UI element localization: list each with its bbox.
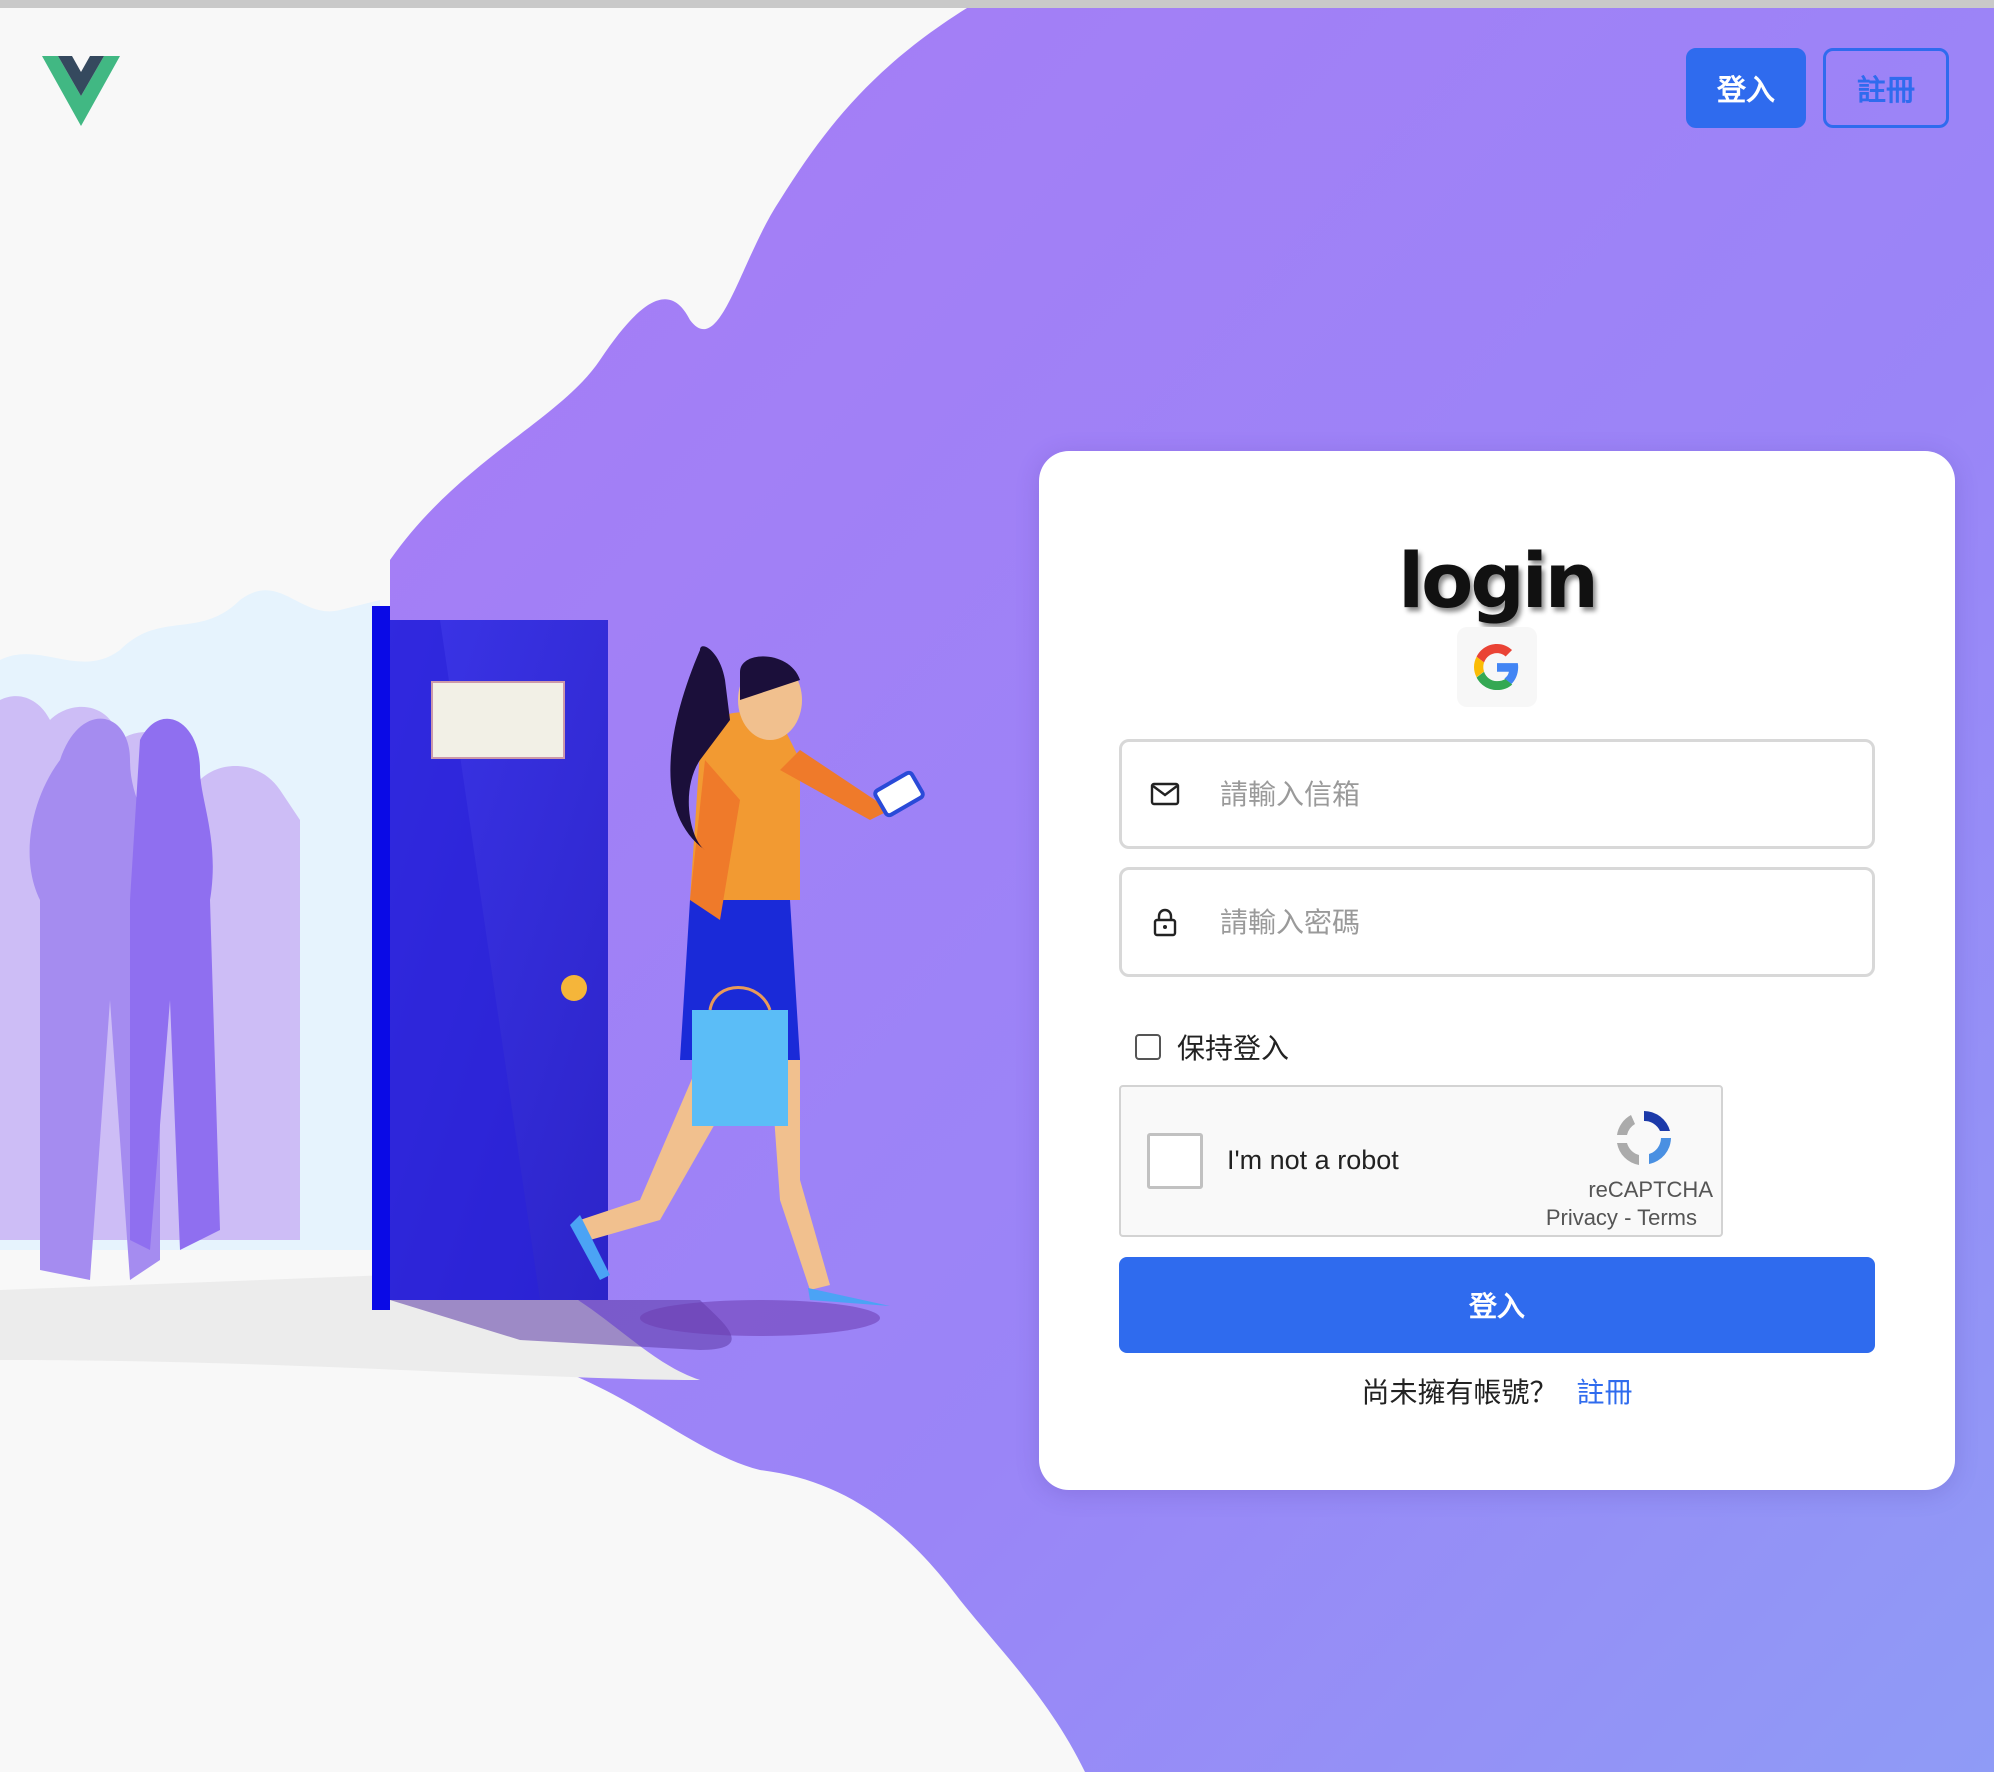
recaptcha-terms-link[interactable]: Terms xyxy=(1637,1205,1697,1230)
vue-logo xyxy=(42,56,120,126)
recaptcha-privacy-link[interactable]: Privacy xyxy=(1546,1205,1618,1230)
email-input[interactable] xyxy=(1220,742,1872,846)
lock-icon xyxy=(1148,905,1182,939)
door-knob xyxy=(561,975,587,1001)
recaptcha-brand: reCAPTCHA xyxy=(1588,1177,1713,1202)
remember-label: 保持登入 xyxy=(1177,1032,1290,1065)
signup-prompt-line: 尚未擁有帳號？ 註冊 xyxy=(1039,1371,1955,1411)
header-login-button[interactable]: 登入 xyxy=(1686,48,1806,128)
recaptcha-label: I'm not a robot xyxy=(1227,1145,1399,1175)
google-login-button[interactable] xyxy=(1457,627,1537,707)
remember-checkbox[interactable] xyxy=(1135,1034,1161,1060)
signup-link[interactable]: 註冊 xyxy=(1576,1376,1632,1409)
recaptcha-icon xyxy=(1617,1111,1671,1165)
mail-icon xyxy=(1148,777,1182,811)
login-card: login 保持登入 I'm not a robot xyxy=(1039,451,1955,1490)
door-window xyxy=(431,681,565,759)
door-frame xyxy=(372,606,390,1310)
password-field[interactable] xyxy=(1119,867,1875,977)
recaptcha-separator: - xyxy=(1624,1205,1632,1230)
login-submit-button[interactable]: 登入 xyxy=(1119,1257,1875,1353)
recaptcha-checkbox[interactable] xyxy=(1147,1133,1203,1189)
email-field[interactable] xyxy=(1119,739,1875,849)
recaptcha-links: Privacy - Terms xyxy=(1546,1205,1697,1231)
login-title: login xyxy=(1398,536,1599,625)
recaptcha-widget: I'm not a robot reCAPTCHA Privacy - Term… xyxy=(1119,1085,1723,1237)
window-top-border xyxy=(0,0,1994,8)
remember-me[interactable]: 保持登入 xyxy=(1135,1027,1289,1067)
google-icon xyxy=(1474,644,1519,690)
signup-prompt: 尚未擁有帳號？ xyxy=(1361,1376,1558,1409)
header-register-button[interactable]: 註冊 xyxy=(1823,48,1949,128)
password-input[interactable] xyxy=(1220,870,1872,974)
